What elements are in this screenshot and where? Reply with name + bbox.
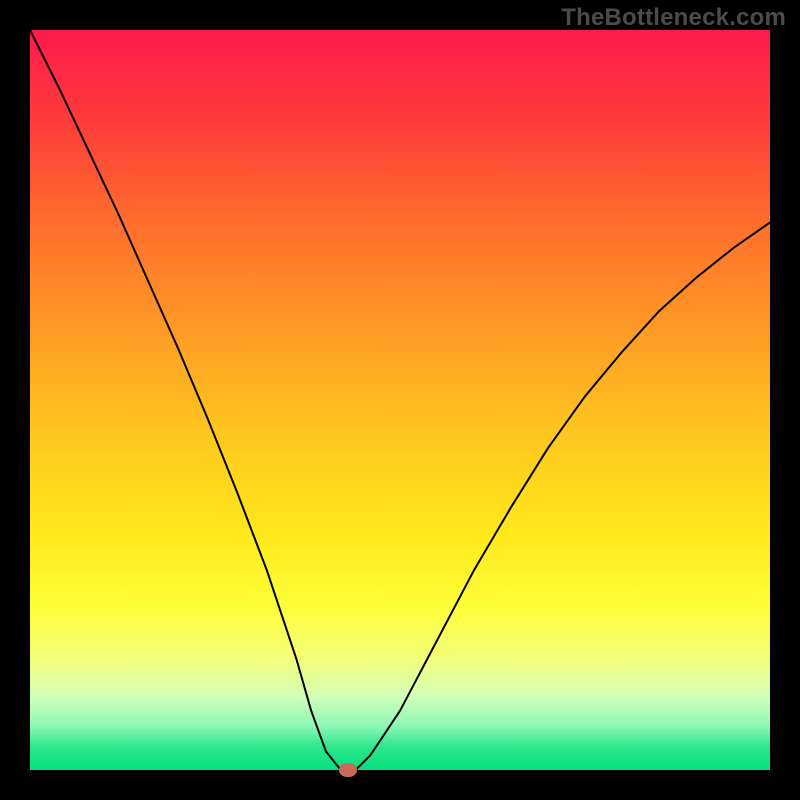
- watermark-text: TheBottleneck.com: [561, 4, 786, 32]
- bottleneck-curve-svg: [30, 30, 770, 770]
- chart-frame: TheBottleneck.com: [0, 0, 800, 800]
- bottleneck-curve-path: [30, 30, 770, 770]
- optimum-marker: [339, 763, 357, 777]
